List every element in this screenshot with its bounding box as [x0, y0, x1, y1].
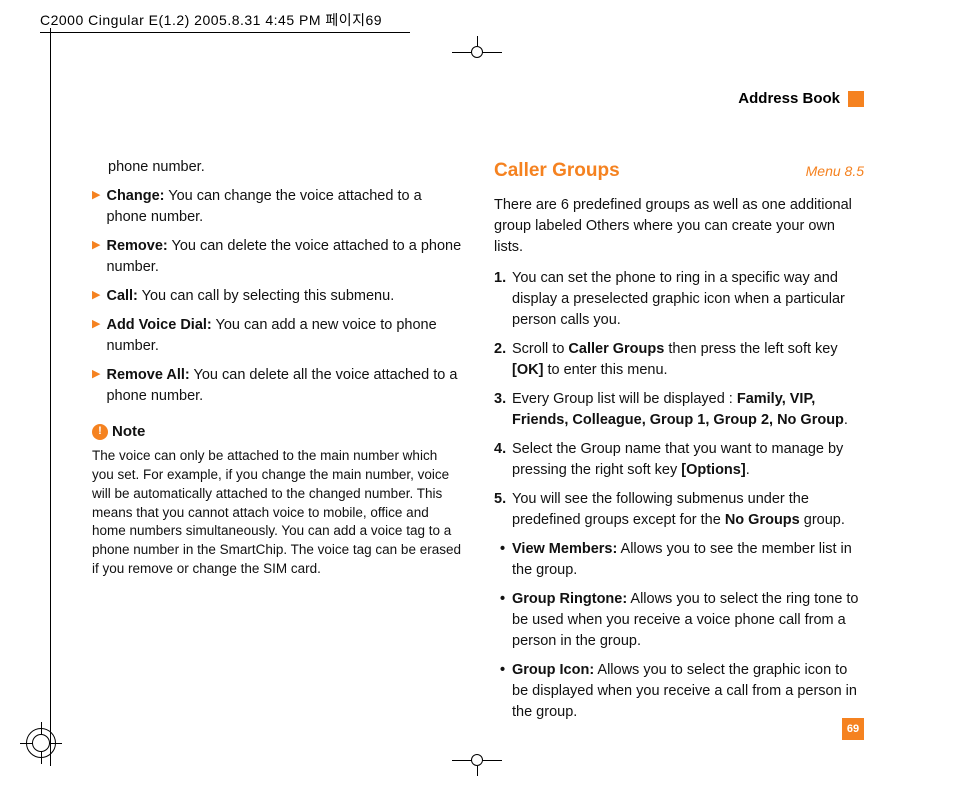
page-body: Address Book phone number. ▶ Change: You…: [52, 90, 904, 734]
note-heading: ! Note: [92, 421, 462, 443]
step-2: 2. Scroll to Caller Groups then press th…: [494, 339, 864, 381]
arrow-icon: ▶: [92, 186, 100, 228]
sub-group-ringtone: • Group Ringtone: Allows you to select t…: [500, 589, 864, 652]
section-tab-marker: [848, 91, 864, 107]
arrow-icon: ▶: [92, 286, 100, 307]
left-column: phone number. ▶ Change: You can change t…: [92, 157, 462, 731]
arrow-icon: ▶: [92, 315, 100, 357]
step-5: 5. You will see the following submenus u…: [494, 489, 864, 531]
heading-caller-groups: Caller Groups: [494, 157, 620, 185]
intro-text: There are 6 predefined groups as well as…: [494, 195, 864, 258]
note-icon: !: [92, 424, 108, 440]
orphan-line: phone number.: [108, 157, 462, 178]
step-3: 3. Every Group list will be displayed : …: [494, 389, 864, 431]
print-header-strip: C2000 Cingular E(1.2) 2005.8.31 4:45 PM …: [40, 10, 410, 33]
bullet-call: ▶ Call: You can call by selecting this s…: [92, 286, 462, 307]
arrow-icon: ▶: [92, 365, 100, 407]
note-body: The voice can only be attached to the ma…: [92, 447, 462, 579]
crop-mark-top: [452, 36, 502, 58]
right-column: Caller Groups Menu 8.5 There are 6 prede…: [494, 157, 864, 731]
arrow-icon: ▶: [92, 236, 100, 278]
crop-edge-line: [50, 28, 51, 766]
bullet-change: ▶ Change: You can change the voice attac…: [92, 186, 462, 228]
sub-group-icon: • Group Icon: Allows you to select the g…: [500, 660, 864, 723]
sub-view-members: • View Members: Allows you to see the me…: [500, 539, 864, 581]
page-number-badge: 69: [842, 718, 864, 740]
registration-mark: [26, 728, 56, 758]
crop-mark-bottom: [452, 754, 502, 776]
note-label: Note: [112, 421, 145, 443]
bullet-remove-all: ▶ Remove All: You can delete all the voi…: [92, 365, 462, 407]
section-tab: Address Book: [92, 90, 864, 107]
section-heading: Caller Groups Menu 8.5: [494, 157, 864, 185]
step-1: 1. You can set the phone to ring in a sp…: [494, 268, 864, 331]
step-4: 4. Select the Group name that you want t…: [494, 439, 864, 481]
bullet-remove: ▶ Remove: You can delete the voice attac…: [92, 236, 462, 278]
section-tab-title: Address Book: [738, 90, 840, 107]
menu-ref: Menu 8.5: [806, 161, 864, 181]
bullet-add-voice-dial: ▶ Add Voice Dial: You can add a new voic…: [92, 315, 462, 357]
